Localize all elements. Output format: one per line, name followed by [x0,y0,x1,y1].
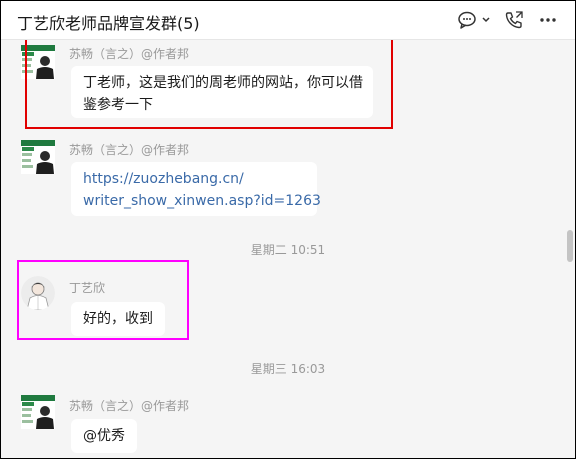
sender-name: 苏畅（言之）@作者邦 [69,143,190,157]
avatar[interactable] [21,395,55,429]
group-title: 丁艺欣老师品牌宣发群(5) [17,14,200,33]
chat-bubble-icon [458,11,490,29]
chat-header: 丁艺欣老师品牌宣发群(5) [1,1,575,40]
book-cover-avatar-icon [21,395,55,429]
chat-window: 丁艺欣老师品牌宣发群(5) 苏畅（言之）@作者邦 丁老师，这是我们的周老师的网站… [0,0,576,459]
more-dots-icon [540,18,556,22]
more-options-button[interactable] [537,9,559,31]
highlight-box-red [25,40,393,129]
phone-icon [505,11,523,29]
highlight-box-magenta [17,260,189,340]
call-button[interactable] [503,9,525,31]
timestamp: 星期二 10:51 [250,243,326,257]
message-list[interactable]: 苏畅（言之）@作者邦 丁老师，这是我们的周老师的网站，你可以借 鉴参考一下 苏畅… [1,40,575,458]
sender-name: 苏畅（言之）@作者邦 [69,399,190,413]
scrollbar-thumb[interactable] [567,230,573,262]
avatar[interactable] [21,140,55,174]
message-link-line[interactable]: writer_show_xinwen.asp?id=1263 [83,190,321,212]
chat-bubble-dropdown-button[interactable] [457,9,491,31]
link-message-bubble[interactable]: https://zuozhebang.cn/ writer_show_xinwe… [71,162,321,216]
message-bubble[interactable]: @优秀 [71,419,137,453]
book-cover-avatar-icon [21,140,55,174]
timestamp: 星期三 16:03 [250,362,326,376]
message-text: @优秀 [83,428,125,444]
message-link-line[interactable]: https://zuozhebang.cn/ [83,168,305,190]
